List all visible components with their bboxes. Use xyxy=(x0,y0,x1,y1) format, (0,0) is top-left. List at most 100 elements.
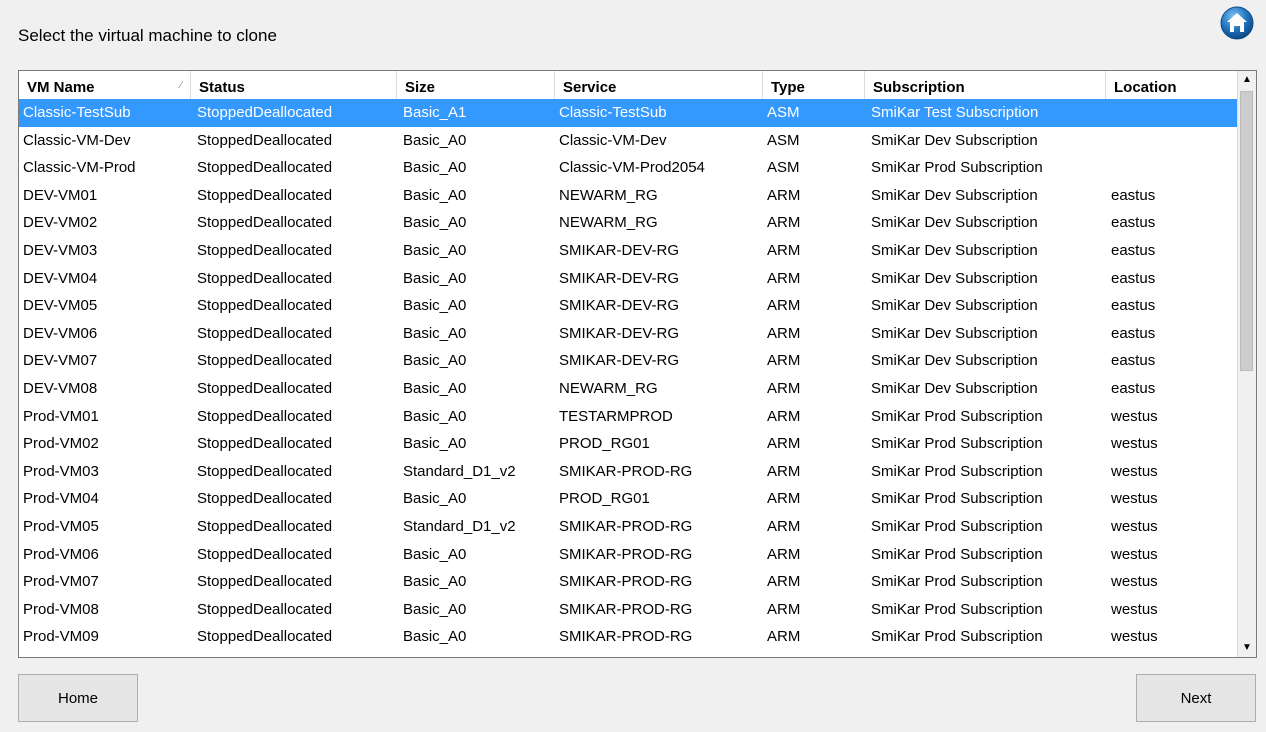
table-row[interactable]: DEV-VM04 StoppedDeallocated Basic_A0 SMIKAR… xyxy=(19,265,1238,293)
table-row[interactable]: Prod-VM02 StoppedDeallocated Basic_A0 PROD_… xyxy=(19,430,1238,458)
cell-type: ARM xyxy=(767,462,801,480)
cell-type: ASM xyxy=(767,131,800,149)
cell-status: StoppedDeallocated xyxy=(197,517,333,535)
table-row[interactable]: Prod-VM06 StoppedDeallocated Basic_A0 SMIKA… xyxy=(19,541,1238,569)
table-row[interactable]: Classic-VM-Prod StoppedDeallocated Basic_A… xyxy=(19,154,1238,182)
column-header-vm-name[interactable]: VM Name ⁄ xyxy=(19,71,191,99)
cell-location xyxy=(1107,127,1111,155)
column-header-subscription[interactable]: Subscription xyxy=(865,71,1106,99)
column-header-status[interactable]: Status xyxy=(191,71,397,99)
table-row[interactable]: Classic-VM-Dev StoppedDeallocated Basic_A0… xyxy=(19,127,1238,155)
cell-service: Classic-VM-Prod2054 xyxy=(559,159,705,177)
column-header-location[interactable]: Location xyxy=(1106,71,1238,99)
cell-subscription: SmiKar Dev Subscription xyxy=(871,269,1038,287)
scroll-down-arrow-icon[interactable]: ▼ xyxy=(1238,639,1256,657)
cell-service: PROD_RG01 xyxy=(559,435,650,453)
cell-status: StoppedDeallocated xyxy=(197,379,333,397)
table-row[interactable]: Classic-TestSub StoppedDeallocated Basic_A… xyxy=(19,99,1238,127)
table-row[interactable]: DEV-VM03 StoppedDeallocated Basic_A0 SMIKAR… xyxy=(19,237,1238,265)
cell-service: SMIKAR-PROD-RG xyxy=(559,600,693,618)
cell-subscription: SmiKar Prod Subscription xyxy=(871,407,1043,425)
table-row[interactable]: Prod-VM03 StoppedDeallocated Standard_D1_v… xyxy=(19,458,1238,486)
cell-subscription: SmiKar Dev Subscription xyxy=(871,324,1038,342)
cell-size: Basic_A0 xyxy=(403,573,467,591)
cell-location: westus xyxy=(1111,573,1158,591)
cell-location: westus xyxy=(1111,517,1158,535)
column-header-service[interactable]: Service xyxy=(555,71,763,99)
scroll-up-arrow-icon[interactable]: ▲ xyxy=(1238,71,1256,89)
grid-rows: Classic-TestSub StoppedDeallocated Basic_A… xyxy=(19,99,1238,651)
cell-service: SMIKAR-DEV-RG xyxy=(559,269,680,287)
cell-vm-name: Prod-VM02 xyxy=(23,435,99,453)
cell-size: Basic_A0 xyxy=(403,435,467,453)
cell-vm-name: Classic-VM-Prod xyxy=(23,159,136,177)
cell-size: Basic_A0 xyxy=(403,241,467,259)
cell-size: Basic_A0 xyxy=(403,628,467,646)
cell-vm-name: Prod-VM09 xyxy=(23,628,99,646)
table-row[interactable]: DEV-VM07 StoppedDeallocated Basic_A0 SMIKAR… xyxy=(19,347,1238,375)
home-button[interactable]: Home xyxy=(18,674,138,722)
cell-type: ARM xyxy=(767,407,801,425)
cell-location: westus xyxy=(1111,600,1158,618)
cell-service: Classic-VM-Dev xyxy=(559,131,667,149)
table-row[interactable]: DEV-VM01 StoppedDeallocated Basic_A0 NEWARM… xyxy=(19,182,1238,210)
table-row[interactable]: Prod-VM05 StoppedDeallocated Standard_D1_v… xyxy=(19,513,1238,541)
vertical-scrollbar[interactable]: ▲ ▼ xyxy=(1237,71,1256,657)
cell-subscription: SmiKar Prod Subscription xyxy=(871,545,1043,563)
next-button[interactable]: Next xyxy=(1136,674,1256,722)
cell-location: eastus xyxy=(1111,297,1156,315)
column-header-type[interactable]: Type xyxy=(763,71,865,99)
cell-size: Basic_A0 xyxy=(403,214,467,232)
cell-type: ARM xyxy=(767,352,801,370)
grid-header: VM Name ⁄ Status Size Service Type Subscr… xyxy=(19,71,1238,100)
column-header-size[interactable]: Size xyxy=(397,71,555,99)
cell-size: Standard_D1_v2 xyxy=(403,462,516,480)
cell-status: StoppedDeallocated xyxy=(197,269,333,287)
cell-vm-name: DEV-VM01 xyxy=(23,186,98,204)
cell-type: ARM xyxy=(767,324,801,342)
cell-location: westus xyxy=(1111,490,1158,508)
cell-service: SMIKAR-PROD-RG xyxy=(559,545,693,563)
cell-vm-name: DEV-VM05 xyxy=(23,297,98,315)
cell-status: StoppedDeallocated xyxy=(197,600,333,618)
home-icon[interactable] xyxy=(1220,6,1254,40)
cell-type: ARM xyxy=(767,186,801,204)
cell-vm-name: Prod-VM08 xyxy=(23,600,99,618)
cell-location: eastus xyxy=(1111,269,1156,287)
cell-status: StoppedDeallocated xyxy=(197,545,333,563)
cell-type: ARM xyxy=(767,241,801,259)
cell-vm-name: Prod-VM07 xyxy=(23,573,99,591)
cell-subscription: SmiKar Dev Subscription xyxy=(871,379,1038,397)
table-row[interactable]: Prod-VM07 StoppedDeallocated Basic_A0 SMIKA… xyxy=(19,568,1238,596)
table-row[interactable]: DEV-VM02 StoppedDeallocated Basic_A0 NEWARM… xyxy=(19,209,1238,237)
vm-list-grid[interactable]: VM Name ⁄ Status Size Service Type Subscr… xyxy=(18,70,1257,658)
cell-service: SMIKAR-DEV-RG xyxy=(559,324,680,342)
cell-service: SMIKAR-PROD-RG xyxy=(559,573,693,591)
table-row[interactable]: Prod-VM01 StoppedDeallocated Basic_A0 TESTA… xyxy=(19,403,1238,431)
cell-subscription: SmiKar Prod Subscription xyxy=(871,159,1043,177)
cell-service: Classic-TestSub xyxy=(559,104,667,121)
cell-subscription: SmiKar Dev Subscription xyxy=(871,186,1038,204)
cell-vm-name: Prod-VM03 xyxy=(23,462,99,480)
cell-subscription: SmiKar Prod Subscription xyxy=(871,600,1043,618)
cell-subscription: SmiKar Dev Subscription xyxy=(871,131,1038,149)
table-row[interactable]: DEV-VM05 StoppedDeallocated Basic_A0 SMIKAR… xyxy=(19,292,1238,320)
cell-type: ARM xyxy=(767,379,801,397)
cell-status: StoppedDeallocated xyxy=(197,628,333,646)
cell-location: eastus xyxy=(1111,241,1156,259)
table-row[interactable]: Prod-VM08 StoppedDeallocated Basic_A0 SMIKA… xyxy=(19,596,1238,624)
cell-size: Basic_A0 xyxy=(403,269,467,287)
cell-subscription: SmiKar Dev Subscription xyxy=(871,241,1038,259)
cell-status: StoppedDeallocated xyxy=(197,186,333,204)
table-row[interactable]: DEV-VM06 StoppedDeallocated Basic_A0 SMIKAR… xyxy=(19,320,1238,348)
table-row[interactable]: Prod-VM09 StoppedDeallocated Basic_A0 SMIKA… xyxy=(19,623,1238,651)
cell-location xyxy=(1107,99,1111,127)
table-row[interactable]: Prod-VM04 StoppedDeallocated Basic_A0 PROD_… xyxy=(19,485,1238,513)
cell-subscription: SmiKar Prod Subscription xyxy=(871,573,1043,591)
cell-size: Basic_A0 xyxy=(403,490,467,508)
cell-vm-name: Prod-VM01 xyxy=(23,407,99,425)
table-row[interactable]: DEV-VM08 StoppedDeallocated Basic_A0 NEWARM… xyxy=(19,375,1238,403)
scrollbar-thumb[interactable] xyxy=(1240,91,1253,371)
cell-vm-name: DEV-VM06 xyxy=(23,324,98,342)
cell-vm-name: DEV-VM03 xyxy=(23,241,98,259)
